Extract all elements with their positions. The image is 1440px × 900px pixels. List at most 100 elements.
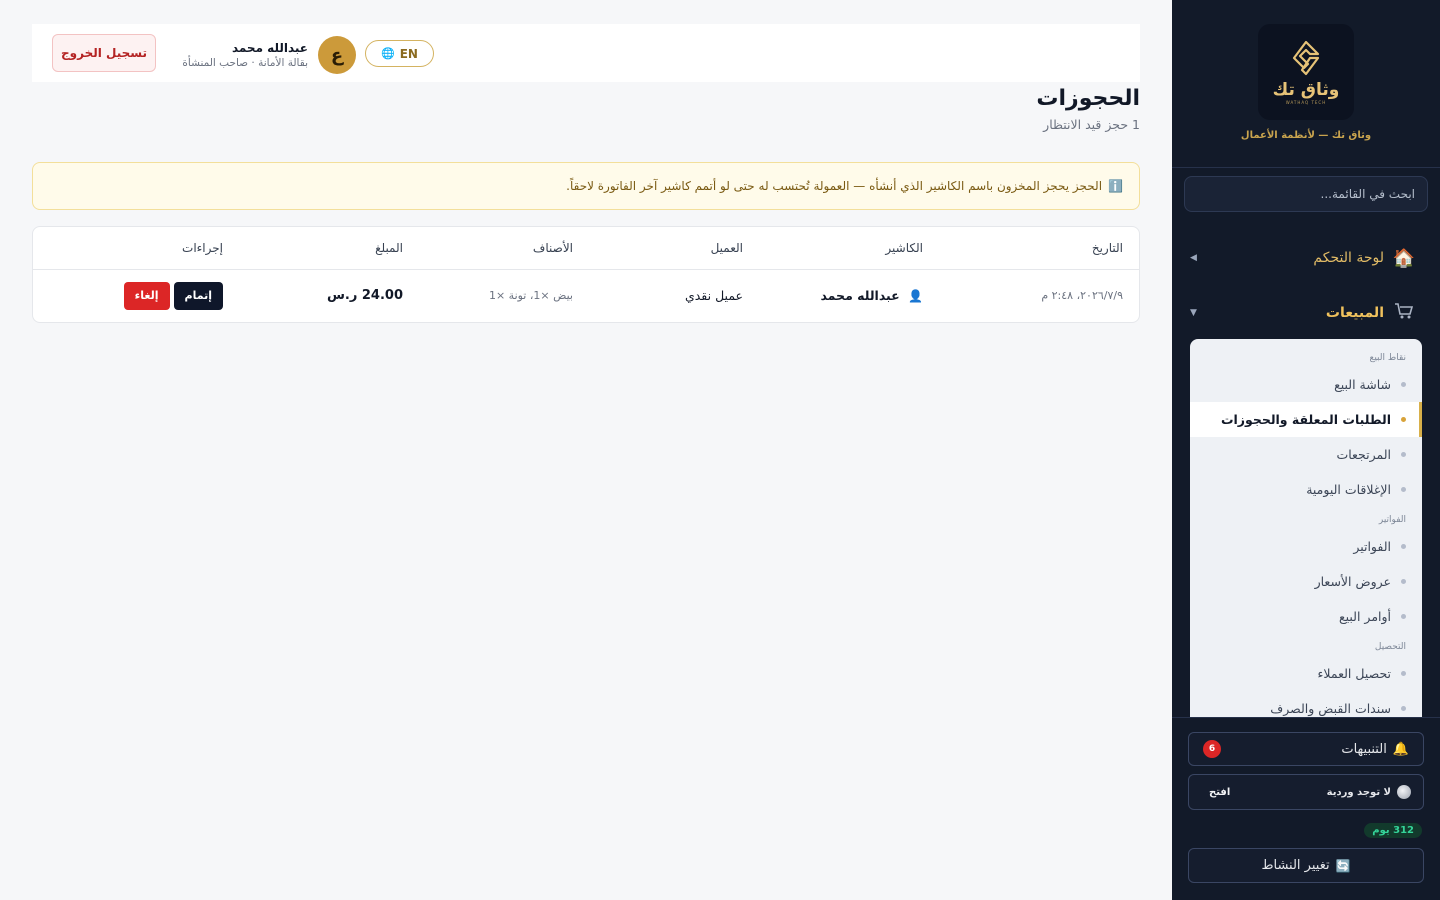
sidebar-search-input[interactable] bbox=[1184, 176, 1428, 212]
column-header-amount: المبلغ bbox=[239, 227, 419, 270]
bullet-icon bbox=[1401, 706, 1406, 711]
language-toggle-button[interactable]: EN 🌐 bbox=[365, 40, 434, 67]
sidebar: وثاق تك WATHAQ TECH وثاق تك — لأنظمة الأ… bbox=[1172, 0, 1440, 900]
cancel-button[interactable]: إلغاء bbox=[123, 281, 170, 310]
column-header-customer: العميل bbox=[589, 227, 759, 270]
shift-status-box: لا توجد وردية افتح bbox=[1188, 774, 1424, 810]
user-name: عبدالله محمد bbox=[231, 41, 308, 55]
submenu-item-label: المرتجعات bbox=[1336, 447, 1391, 462]
chevron-left-icon: ◀ bbox=[1190, 253, 1197, 263]
submenu-item-label: الفواتير bbox=[1353, 539, 1391, 554]
submenu-group-pos: نقاط البيع bbox=[1369, 353, 1406, 363]
bullet-icon bbox=[1401, 417, 1406, 422]
page-header: الحجوزات 1 حجز قيد الانتظار bbox=[1036, 86, 1140, 132]
globe-icon: 🌐 bbox=[381, 47, 395, 60]
bell-icon: 🔔 bbox=[1392, 741, 1409, 757]
column-header-cashier: الكاشير bbox=[759, 227, 939, 270]
user-text: عبدالله محمد بقالة الأمانة · صاحب المنشأ… bbox=[182, 41, 308, 69]
open-shift-button[interactable]: افتح bbox=[1209, 787, 1230, 798]
refresh-icon: 🔄 bbox=[1335, 858, 1351, 873]
page-subtitle: 1 حجز قيد الانتظار bbox=[1043, 117, 1140, 132]
cart-icon bbox=[1392, 302, 1416, 325]
avatar: ع bbox=[318, 36, 356, 74]
sales-submenu: نقاط البيع شاشة البيع الطلبات المعلقة وا… bbox=[1190, 339, 1422, 717]
cell-amount: 24.00 ر.س bbox=[326, 288, 403, 304]
page-title: الحجوزات bbox=[1036, 86, 1140, 111]
sidebar-search bbox=[1184, 176, 1428, 212]
submenu-item-held-orders[interactable]: الطلبات المعلقة والحجوزات bbox=[1190, 402, 1422, 437]
shift-status-icon bbox=[1397, 785, 1411, 799]
info-notice: ℹ️ الحجز يحجز المخزون باسم الكاشير الذي … bbox=[32, 162, 1140, 210]
brand-header: وثاق تك WATHAQ TECH وثاق تك — لأنظمة الأ… bbox=[1172, 0, 1440, 168]
bullet-icon bbox=[1401, 452, 1406, 457]
complete-button[interactable]: إتمام bbox=[173, 281, 223, 310]
alerts-button[interactable]: 🔔 التنبيهات 6 bbox=[1188, 732, 1424, 766]
switch-activity-label: تغيير النشاط bbox=[1261, 858, 1330, 873]
brand-logo[interactable]: وثاق تك WATHAQ TECH bbox=[1258, 24, 1354, 120]
logo-subtext: WATHAQ TECH bbox=[1285, 99, 1327, 105]
logo-text: وثاق تك bbox=[1272, 79, 1340, 100]
column-header-actions: إجراءات bbox=[33, 227, 239, 270]
language-label: EN bbox=[399, 46, 418, 61]
brand-tagline: وثاق تك — لأنظمة الأعمال bbox=[1240, 130, 1372, 141]
sidebar-nav: 🏠 لوحة التحكم ◀ المبيعات ▼ bbox=[1172, 240, 1440, 350]
bullet-icon bbox=[1401, 544, 1406, 549]
chevron-down-icon: ▼ bbox=[1190, 308, 1197, 318]
row-actions: إتمام إلغاء bbox=[49, 281, 223, 310]
main-content: ع عبدالله محمد بقالة الأمانة · صاحب المن… bbox=[32, 0, 1140, 900]
user-info[interactable]: ع عبدالله محمد بقالة الأمانة · صاحب المن… bbox=[182, 36, 356, 74]
bullet-icon bbox=[1401, 487, 1406, 492]
column-header-date: التاريخ bbox=[939, 227, 1139, 270]
submenu-item-sales-screen[interactable]: شاشة البيع bbox=[1190, 367, 1422, 402]
submenu-item-label: تحصيل العملاء bbox=[1317, 666, 1391, 681]
bullet-icon bbox=[1401, 579, 1406, 584]
sidebar-item-dashboard[interactable]: 🏠 لوحة التحكم ◀ bbox=[1172, 240, 1440, 276]
submenu-item-label: سندات القبض والصرف bbox=[1270, 701, 1391, 716]
cell-items: بيض ×1، تونة ×1 bbox=[488, 289, 573, 303]
cell-actions: إتمام إلغاء bbox=[33, 269, 239, 322]
submenu-item-quotations[interactable]: عروض الأسعار bbox=[1190, 564, 1422, 599]
user-role: بقالة الأمانة · صاحب المنشأة bbox=[182, 57, 308, 69]
alerts-count-badge: 6 bbox=[1203, 740, 1221, 758]
submenu-item-sales-orders[interactable]: أوامر البيع bbox=[1190, 599, 1422, 634]
submenu-group-invoices: الفواتير bbox=[1378, 515, 1406, 525]
submenu-item-label: الطلبات المعلقة والحجوزات bbox=[1220, 412, 1391, 427]
submenu-item-label: الإغلاقات اليومية bbox=[1306, 482, 1391, 497]
logo-diamond-icon bbox=[1292, 40, 1320, 75]
subscription-days-badge: 312 يوم bbox=[1364, 823, 1422, 838]
bullet-icon bbox=[1401, 614, 1406, 619]
table-header-row: التاريخ الكاشير العميل الأصناف المبلغ إج… bbox=[33, 227, 1139, 270]
logout-button[interactable]: تسجيل الخروج bbox=[52, 34, 156, 72]
reservations-table-card: التاريخ الكاشير العميل الأصناف المبلغ إج… bbox=[32, 226, 1140, 323]
sidebar-item-label: المبيعات bbox=[1325, 305, 1384, 321]
topbar: ع عبدالله محمد بقالة الأمانة · صاحب المن… bbox=[32, 24, 1140, 82]
sidebar-item-label: لوحة التحكم bbox=[1313, 250, 1384, 266]
submenu-item-label: شاشة البيع bbox=[1334, 377, 1391, 392]
shift-status-text: لا توجد وردية bbox=[1326, 786, 1391, 798]
submenu-item-vouchers[interactable]: سندات القبض والصرف bbox=[1190, 691, 1422, 717]
sidebar-item-sales[interactable]: المبيعات ▼ bbox=[1172, 295, 1440, 331]
submenu-item-returns[interactable]: المرتجعات bbox=[1190, 437, 1422, 472]
info-icon: ℹ️ bbox=[1108, 179, 1123, 193]
column-header-items: الأصناف bbox=[419, 227, 589, 270]
submenu-item-customer-collection[interactable]: تحصيل العملاء bbox=[1190, 656, 1422, 691]
submenu-item-label: أوامر البيع bbox=[1338, 609, 1391, 624]
switch-activity-button[interactable]: 🔄 تغيير النشاط bbox=[1188, 848, 1424, 883]
info-notice-text: الحجز يحجز المخزون باسم الكاشير الذي أنش… bbox=[566, 179, 1103, 193]
submenu-item-label: عروض الأسعار bbox=[1314, 574, 1391, 589]
sidebar-footer: 🔔 التنبيهات 6 لا توجد وردية افتح 312 يوم… bbox=[1172, 717, 1440, 900]
bullet-icon bbox=[1401, 671, 1406, 676]
person-icon: 👤 bbox=[908, 289, 923, 304]
submenu-item-invoices[interactable]: الفواتير bbox=[1190, 529, 1422, 564]
cell-customer: عميل نقدي bbox=[684, 288, 743, 304]
home-icon: 🏠 bbox=[1392, 247, 1416, 269]
cell-cashier: 👤 عبدالله محمد bbox=[759, 269, 939, 322]
reservations-table: التاريخ الكاشير العميل الأصناف المبلغ إج… bbox=[33, 227, 1139, 322]
cashier-name: عبدالله محمد bbox=[820, 288, 900, 304]
bullet-icon bbox=[1401, 382, 1406, 387]
submenu-item-daily-closings[interactable]: الإغلاقات اليومية bbox=[1190, 472, 1422, 507]
table-row: ٢٠٢٦/٧/٩، ٢:٤٨ م 👤 عبدالله محمد عميل نقد… bbox=[33, 269, 1139, 322]
cell-date: ٢٠٢٦/٧/٩، ٢:٤٨ م bbox=[1041, 289, 1123, 303]
alerts-label: التنبيهات bbox=[1341, 741, 1387, 757]
submenu-group-collection: التحصيل bbox=[1374, 642, 1406, 652]
